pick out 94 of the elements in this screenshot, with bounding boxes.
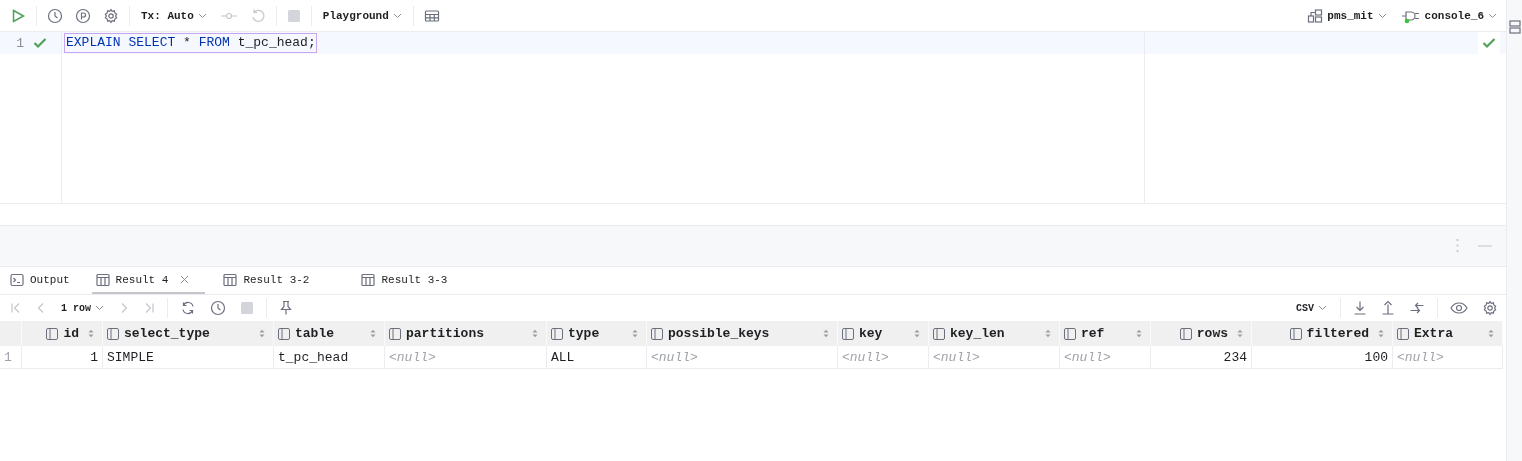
column-icon [651, 327, 663, 340]
table-cell: <null> [385, 346, 547, 369]
eye-icon[interactable] [1450, 300, 1468, 316]
run-icon[interactable] [10, 7, 26, 24]
export-format-dropdown[interactable]: CSV [1293, 300, 1330, 316]
refresh-icon[interactable] [180, 300, 196, 316]
p-circle-icon[interactable] [75, 7, 91, 24]
column-header[interactable]: type [547, 321, 647, 346]
table-icon[interactable] [423, 7, 440, 24]
sort-icon[interactable] [1045, 329, 1051, 338]
result-tab[interactable]: Result 3-2 [219, 267, 318, 294]
column-icon [107, 327, 119, 340]
download-icon[interactable] [1353, 300, 1367, 316]
sort-icon[interactable] [259, 329, 265, 338]
sort-icon[interactable] [914, 329, 920, 338]
column-icon [842, 327, 854, 340]
caret-icon [95, 305, 104, 311]
column-icon [933, 327, 945, 340]
upload-icon[interactable] [1381, 300, 1395, 316]
column-header[interactable]: possible_keys [647, 321, 838, 346]
settings-icon[interactable] [103, 7, 119, 24]
sort-icon[interactable] [532, 329, 538, 338]
transaction-dropdown[interactable]: Tx: Auto [138, 7, 210, 24]
column-header[interactable]: filtered [1252, 321, 1393, 346]
column-icon [1397, 327, 1409, 340]
result-tab[interactable]: Result 4 [91, 267, 206, 294]
stop-icon[interactable] [240, 301, 254, 315]
caret-icon [197, 12, 207, 19]
table-cell: 1 [22, 346, 103, 369]
column-header[interactable]: partitions [385, 321, 547, 346]
table-cell: ALL [547, 346, 647, 369]
settings-icon[interactable] [1482, 300, 1498, 316]
table-cell: <null> [1393, 346, 1503, 369]
column-icon [278, 327, 290, 340]
console-icon [10, 272, 24, 287]
sort-icon[interactable] [88, 329, 94, 338]
result-tab[interactable]: Result 3-3 [357, 267, 456, 294]
table-cell: <null> [1060, 346, 1151, 369]
schema-dropdown[interactable]: pms_mit [1304, 5, 1390, 26]
column-icon [1289, 327, 1302, 340]
table-cell: t_pc_head [274, 346, 385, 369]
sort-icon[interactable] [823, 329, 829, 338]
close-icon[interactable] [180, 275, 190, 284]
code-statement: EXPLAIN SELECT * FROM t_pc_head; [64, 33, 317, 53]
table-icon [223, 272, 238, 287]
table-cell: <null> [838, 346, 929, 369]
clock-icon[interactable] [210, 300, 226, 316]
panel-icon[interactable] [1508, 20, 1521, 34]
sort-icon[interactable] [370, 329, 376, 338]
column-icon [46, 327, 59, 340]
caret-icon [1488, 12, 1497, 19]
session-dropdown[interactable]: console_6 [1397, 5, 1500, 26]
schema-icon [1307, 7, 1324, 24]
table-cell: <null> [929, 346, 1060, 369]
line-number: 1 [15, 35, 24, 51]
last-page-icon[interactable] [143, 302, 155, 314]
column-header[interactable]: rows [1151, 321, 1252, 346]
compare-icon[interactable] [1409, 300, 1425, 316]
sort-icon[interactable] [632, 329, 638, 338]
row-number: 1 [0, 346, 22, 369]
table-cell: SIMPLE [103, 346, 274, 369]
column-header[interactable]: id [22, 321, 103, 346]
column-icon [1064, 327, 1076, 340]
table-icon [361, 272, 376, 287]
table-cell: <null> [647, 346, 838, 369]
table-cell: 100 [1252, 346, 1393, 369]
caret-icon [392, 12, 402, 19]
column-header[interactable]: ref [1060, 321, 1151, 346]
column-icon [389, 327, 401, 340]
sort-icon[interactable] [1136, 329, 1142, 338]
column-header[interactable]: key_len [929, 321, 1060, 346]
mode-dropdown[interactable]: Playground [319, 7, 405, 24]
table-icon [95, 272, 110, 287]
sort-icon[interactable] [1237, 329, 1243, 338]
column-header[interactable]: table [274, 321, 385, 346]
table-cell: 234 [1151, 346, 1252, 369]
column-header[interactable]: key [838, 321, 929, 346]
more-icon[interactable] [1456, 239, 1460, 253]
row-count-dropdown[interactable]: 1 row [58, 300, 107, 316]
result-tab[interactable]: Output [6, 267, 78, 294]
stop-icon[interactable] [286, 8, 301, 23]
column-header[interactable]: select_type [103, 321, 274, 346]
column-header[interactable]: Extra [1393, 321, 1503, 346]
column-icon [551, 327, 563, 340]
pin-icon[interactable] [279, 300, 293, 316]
caret-icon [1377, 12, 1387, 19]
previous-page-icon[interactable] [36, 302, 46, 314]
clock-icon[interactable] [47, 7, 63, 24]
caret-icon [1318, 305, 1327, 311]
sort-icon[interactable] [1488, 329, 1494, 338]
first-page-icon[interactable] [10, 302, 22, 314]
column-icon [1179, 327, 1192, 340]
next-page-icon[interactable] [119, 302, 129, 314]
sort-icon[interactable] [1378, 329, 1384, 338]
